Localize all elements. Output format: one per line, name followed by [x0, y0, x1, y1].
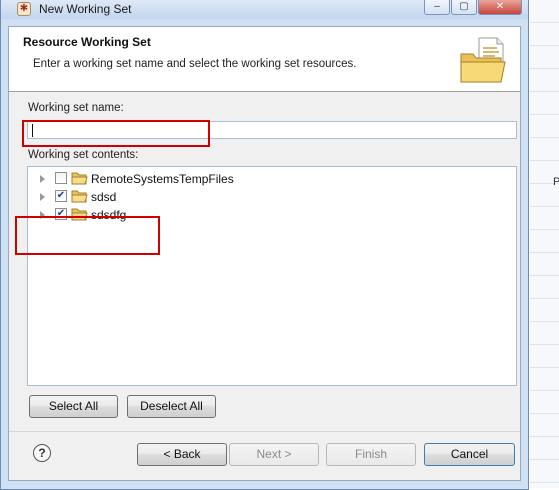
back-button[interactable]: < Back	[137, 443, 227, 466]
deselect-all-button[interactable]: Deselect All	[127, 395, 216, 418]
tree-item-sdsd[interactable]: ✔ sdsd	[28, 188, 428, 206]
background-grid	[530, 0, 559, 488]
folder-icon	[71, 172, 88, 185]
resource-tree[interactable]: RemoteSystemsTempFiles ✔ sdsd ✔ sdsdfg	[27, 166, 517, 386]
header-banner: Resource Working Set Enter a working set…	[9, 27, 520, 92]
page-description: Enter a working set name and select the …	[33, 58, 357, 70]
expand-arrow-icon[interactable]	[40, 193, 45, 201]
next-button[interactable]: Next >	[229, 443, 319, 466]
tree-item-checkbox[interactable]	[55, 172, 67, 184]
window-title: New Working Set	[39, 2, 132, 16]
working-set-name-label: Working set name:	[28, 102, 124, 114]
folder-icon	[71, 190, 88, 203]
cancel-button[interactable]: Cancel	[424, 443, 515, 466]
annotation-box-items	[15, 216, 160, 255]
annotation-box-name	[22, 120, 210, 147]
title-bar[interactable]: ✱ New Working Set – ▢ ✕	[1, 0, 528, 19]
tree-item-checkbox[interactable]: ✔	[55, 190, 67, 202]
maximize-button[interactable]: ▢	[451, 0, 477, 15]
tree-item-label: sdsd	[91, 190, 117, 204]
help-icon[interactable]: ?	[33, 444, 51, 462]
dialog-client: Resource Working Set Enter a working set…	[8, 26, 521, 481]
select-all-button[interactable]: Select All	[29, 395, 118, 418]
working-set-contents-label: Working set contents:	[28, 149, 139, 161]
footer-separator	[9, 431, 520, 432]
tree-item-remotesystemstempfiles[interactable]: RemoteSystemsTempFiles	[28, 170, 428, 188]
expand-arrow-icon[interactable]	[40, 175, 45, 183]
app-icon: ✱	[17, 2, 31, 16]
close-button[interactable]: ✕	[478, 0, 522, 15]
background-letter: P	[553, 176, 559, 188]
finish-button[interactable]: Finish	[326, 443, 416, 466]
page-title: Resource Working Set	[23, 35, 151, 49]
tree-item-label: RemoteSystemsTempFiles	[91, 172, 234, 186]
window-controls: – ▢ ✕	[424, 0, 523, 17]
dialog-window: ✱ New Working Set – ▢ ✕ Resource Working…	[0, 0, 529, 490]
folder-document-icon	[460, 37, 506, 83]
minimize-button[interactable]: –	[424, 0, 450, 15]
